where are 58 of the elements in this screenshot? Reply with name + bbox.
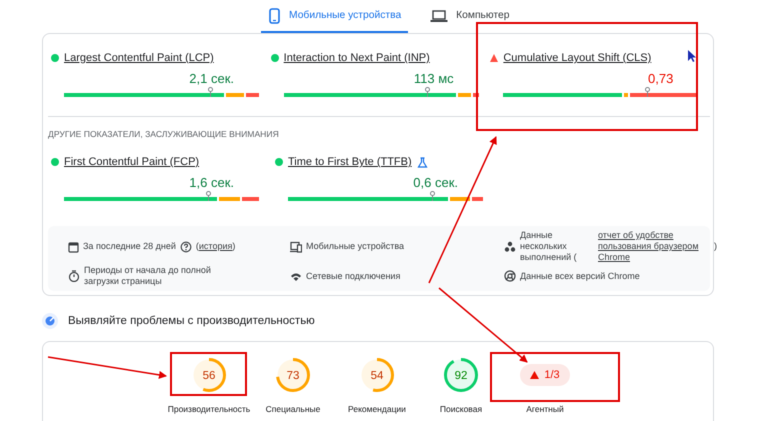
warning-badge[interactable]: 1/3 bbox=[520, 364, 570, 386]
info-text: Мобильные устройства bbox=[306, 241, 404, 252]
chrome-icon bbox=[504, 270, 516, 282]
section-title: Выявляйте проблемы с производительностью bbox=[68, 315, 315, 327]
info-text: Данные нескольких выполнений ( bbox=[520, 230, 578, 263]
calendar-icon bbox=[68, 240, 79, 252]
distribution-segment bbox=[630, 93, 698, 97]
distribution-segment bbox=[226, 93, 244, 97]
timer-icon bbox=[68, 270, 80, 282]
info-text: За последние 28 дней bbox=[83, 241, 176, 252]
info-text: Данные всех версий Chrome bbox=[520, 270, 640, 282]
metric-link[interactable]: First Contentful Paint (FCP) bbox=[64, 156, 200, 168]
info-text: ) bbox=[714, 241, 717, 252]
category-label: Поисковая bbox=[440, 404, 482, 414]
metric-link[interactable]: Interaction to Next Paint (INP) bbox=[284, 52, 430, 64]
category-label: Рекомендации bbox=[348, 404, 406, 414]
device-tab[interactable]: Компьютер bbox=[423, 0, 516, 33]
distribution-segment bbox=[472, 197, 483, 201]
metric-value: 0,73 bbox=[647, 70, 674, 88]
insight-icon bbox=[42, 313, 58, 329]
score-value: 73 bbox=[286, 370, 300, 382]
score-gauge[interactable]: 73 bbox=[276, 358, 310, 392]
score-value: 54 bbox=[370, 370, 384, 382]
score-gauge[interactable]: 92 bbox=[444, 358, 478, 392]
device-tab[interactable]: Мобильные устройства bbox=[261, 0, 408, 33]
distribution-segment bbox=[624, 93, 628, 97]
metric-link[interactable]: Time to First Byte (TTFB) bbox=[288, 156, 412, 168]
dots-icon bbox=[504, 240, 516, 252]
metric-value: 113 мс bbox=[412, 70, 454, 88]
metric-link[interactable]: Cumulative Layout Shift (CLS) bbox=[503, 52, 652, 64]
metric-value: 0,6 сек. bbox=[412, 174, 458, 192]
score-value: 92 bbox=[454, 370, 468, 382]
history-link[interactable]: (история) bbox=[196, 241, 236, 252]
distribution-segment bbox=[458, 93, 471, 97]
phone-icon bbox=[268, 8, 281, 24]
distribution-segment bbox=[246, 93, 259, 97]
score-gauge[interactable]: 54 bbox=[360, 358, 394, 392]
score-value: 56 bbox=[202, 370, 216, 382]
laptop-icon bbox=[430, 8, 448, 22]
distribution-segment bbox=[472, 93, 479, 97]
report-link[interactable]: отчет об удобстве пользования браузером Chrome bbox=[598, 230, 710, 263]
warning-icon bbox=[530, 371, 540, 379]
section-heading: ДРУГИЕ ПОКАЗАТЕЛИ, ЗАСЛУЖИВАЮЩИЕ ВНИМАНИЯ bbox=[48, 128, 280, 141]
category-label: Агентный bbox=[526, 404, 564, 414]
metric-value: 2,1 сек. bbox=[188, 70, 234, 88]
score-gauge[interactable]: 56 bbox=[192, 358, 226, 392]
category-label: Производительность bbox=[168, 404, 250, 414]
info-text: Периоды от начала до полной загрузки страницы bbox=[84, 265, 212, 287]
distribution-segment bbox=[242, 197, 259, 201]
metric-link[interactable]: Largest Contentful Paint (LCP) bbox=[64, 52, 214, 64]
wifi-icon bbox=[290, 270, 302, 282]
metric-value: 1,6 сек. bbox=[188, 174, 234, 192]
devices-icon bbox=[290, 240, 302, 252]
info-text: Сетевые подключения bbox=[306, 270, 400, 282]
distribution-segment bbox=[450, 197, 470, 201]
category-label: Специальные bbox=[266, 404, 320, 414]
distribution-segment bbox=[218, 197, 240, 201]
cursor-icon bbox=[688, 50, 696, 62]
